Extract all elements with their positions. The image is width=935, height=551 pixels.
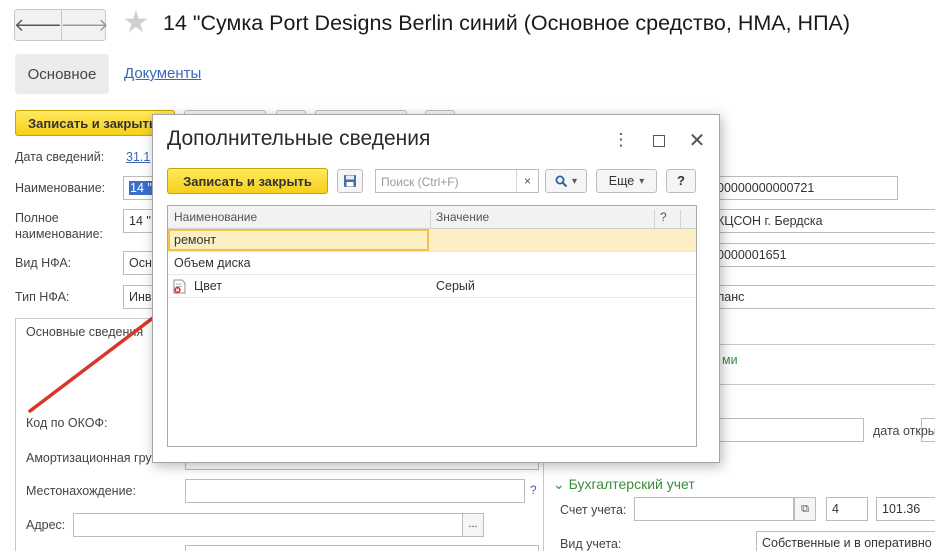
search-icon bbox=[555, 175, 568, 187]
save-button[interactable] bbox=[337, 169, 363, 193]
dialog-save-close-button[interactable]: Записать и закрыть bbox=[167, 168, 328, 194]
row-name: ремонт bbox=[174, 233, 217, 247]
more-label: Еще bbox=[608, 174, 635, 188]
table-row[interactable]: ремонт bbox=[168, 229, 696, 252]
properties-table: Наименование Значение ? ремонт Объем дис… bbox=[167, 205, 697, 447]
required-property-icon bbox=[173, 279, 187, 294]
help-button[interactable]: ? bbox=[666, 169, 696, 193]
clear-search-button[interactable]: × bbox=[516, 170, 538, 192]
search-placeholder: Поиск (Ctrl+F) bbox=[381, 175, 459, 189]
column-header-value[interactable]: Значение bbox=[436, 210, 489, 224]
column-header-required[interactable]: ? bbox=[660, 210, 667, 224]
search-input[interactable]: Поиск (Ctrl+F) × bbox=[375, 169, 539, 193]
more-button[interactable]: Еще ▾ bbox=[596, 169, 657, 193]
floppy-icon bbox=[344, 175, 356, 187]
chevron-down-icon: ▾ bbox=[639, 175, 645, 187]
row-name: Цвет bbox=[194, 279, 223, 293]
additional-info-dialog: Дополнительные сведения ⋮ ✕ Записать и з… bbox=[152, 114, 720, 463]
find-button[interactable]: ▾ bbox=[545, 169, 587, 193]
row-name: Объем диска bbox=[174, 256, 251, 270]
column-header-name[interactable]: Наименование bbox=[174, 210, 257, 224]
table-header: Наименование Значение ? bbox=[168, 206, 696, 233]
table-row[interactable]: Объем диска bbox=[168, 252, 696, 275]
maximize-icon[interactable] bbox=[653, 135, 665, 147]
row-value[interactable]: Серый bbox=[436, 279, 475, 293]
more-menu-icon[interactable]: ⋮ bbox=[611, 130, 631, 150]
chevron-down-icon: ▾ bbox=[571, 175, 578, 187]
close-icon[interactable]: ✕ bbox=[687, 128, 707, 153]
dialog-title: Дополнительные сведения bbox=[167, 127, 431, 150]
table-row[interactable]: Цвет Серый bbox=[168, 275, 696, 298]
